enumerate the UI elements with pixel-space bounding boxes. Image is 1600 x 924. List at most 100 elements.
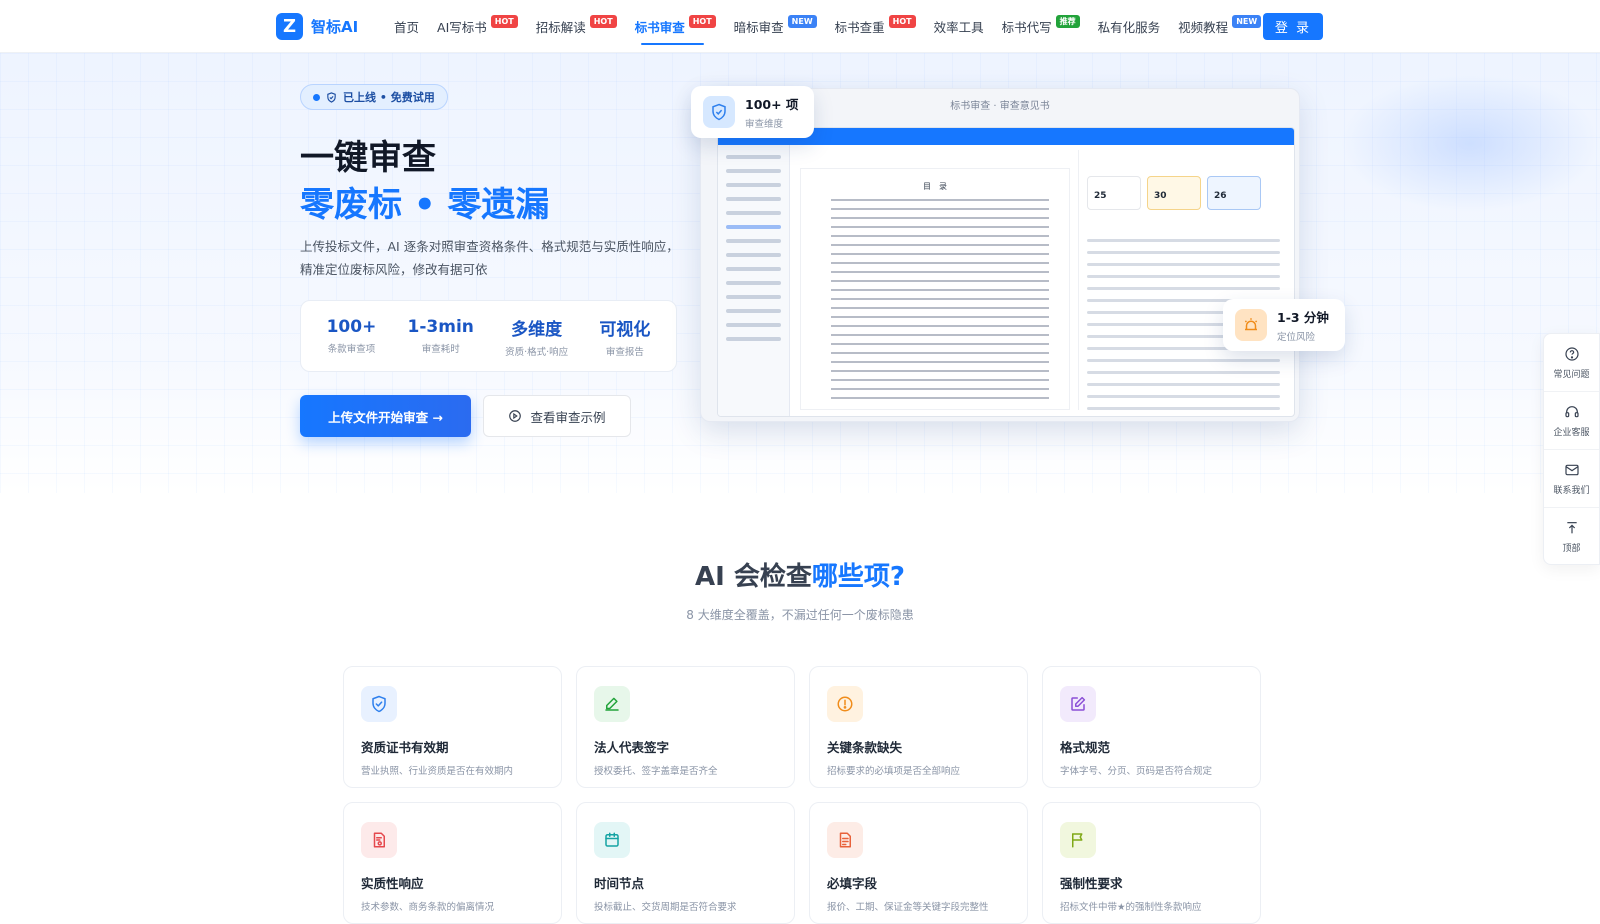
- check-card[interactable]: 法人代表签字 授权委托、签字盖章是否齐全: [576, 666, 795, 788]
- check-card-title: 强制性要求: [1060, 876, 1123, 891]
- headline-accent: 零废标 • 零遗漏: [300, 185, 550, 225]
- check-card-title: 必填字段: [827, 876, 878, 891]
- nav-badge: HOT: [688, 15, 716, 28]
- contact-button[interactable]: 联系我们: [1544, 450, 1599, 508]
- nav-badge: HOT: [490, 15, 518, 28]
- section-title-highlight: 哪些项?: [811, 562, 905, 592]
- check-card-desc: 营业执照、行业资质是否在有效期内: [361, 766, 514, 777]
- nav-item-label: 标书代写: [1001, 20, 1052, 35]
- back-to-top-label: 顶部: [1562, 544, 1581, 554]
- nav-item-8[interactable]: 私有化服务: [1098, 0, 1161, 53]
- shield-check-icon: [703, 96, 735, 128]
- nav-item-label: 暗标审查: [733, 20, 784, 35]
- calendar-icon: [594, 822, 630, 858]
- float-card-time: 1-3 分钟 定位风险: [1223, 299, 1345, 351]
- upload-start-button[interactable]: 上传文件开始审查 →: [300, 395, 471, 437]
- nav-item-6[interactable]: 效率工具: [934, 0, 984, 53]
- check-card[interactable]: 格式规范 字体字号、分页、页码是否符合规定: [1042, 666, 1261, 788]
- nav-item-1[interactable]: AI写标书 HOT: [437, 0, 518, 53]
- customer-service-label: 企业客服: [1553, 427, 1590, 438]
- view-example-label: 查看审查示例: [530, 409, 606, 425]
- nav-item-label: 标书查重: [834, 20, 885, 35]
- nav-item-9[interactable]: 视频教程 NEW: [1178, 0, 1262, 53]
- preview-sidebar: [718, 145, 790, 416]
- nav-item-label: 标书审查: [634, 20, 685, 35]
- stat-value: 1-3min: [407, 317, 474, 337]
- login-button[interactable]: 登 录: [1263, 13, 1323, 40]
- shield-check-icon: [361, 686, 397, 722]
- flag-icon: [1060, 822, 1096, 858]
- stat-item: 100+ 条款审查项: [327, 317, 377, 355]
- nav-item-label: 效率工具: [933, 20, 984, 35]
- hero-description: 上传投标文件，AI 逐条对照审查资格条件、格式规范与实质性响应，精准定位废标风险…: [300, 239, 679, 277]
- check-card[interactable]: 资质证书有效期营业执照、行业资质是否在有效期内: [343, 666, 562, 788]
- float-card-time-subtitle: 定位风险: [1277, 332, 1316, 343]
- nav-item-label: 视频教程: [1178, 20, 1229, 35]
- edit-icon: [1060, 686, 1096, 722]
- pen-icon: [594, 686, 630, 722]
- check-card[interactable]: 必填字段报价、工期、保证金等关键字段完整性: [809, 802, 1028, 924]
- check-card[interactable]: 强制性要求招标文件中带★的强制性条款响应: [1042, 802, 1261, 924]
- nav-item-4[interactable]: 暗标审查 NEW: [734, 0, 817, 53]
- nav-item-7[interactable]: 标书代写 推荐: [1002, 0, 1080, 53]
- main-menu: 首页 AI写标书 HOT 招标解读 HOT 标书审查 HOT 暗标审查 NEW 标书查重 HOT 效率…: [394, 0, 1279, 53]
- faq-button[interactable]: 常见问题: [1544, 334, 1599, 392]
- contact-label: 联系我们: [1553, 485, 1590, 496]
- nav-badge: NEW: [1232, 15, 1262, 28]
- check-card-title: 时间节点: [594, 876, 645, 891]
- preview-app-window: 目 录 25 30 26: [717, 127, 1295, 417]
- stat-label: 资质·格式·响应: [505, 346, 569, 358]
- float-card-dimensions-subtitle: 审查维度: [745, 119, 784, 130]
- nav-item-label: 首页: [394, 20, 420, 35]
- hero-glow: [1340, 73, 1600, 213]
- check-card[interactable]: 时间节点投标截止、交货周期是否符合要求: [576, 802, 795, 924]
- section-title: AI 会检查哪些项?: [0, 556, 1600, 593]
- check-card-title: 法人代表签字: [594, 740, 670, 755]
- view-example-button[interactable]: 查看审查示例: [483, 395, 631, 437]
- nav-item-2[interactable]: 招标解读 HOT: [536, 0, 617, 53]
- check-card-title: 资质证书有效期: [361, 740, 449, 755]
- check-card-desc: 投标截止、交货周期是否符合要求: [594, 902, 737, 913]
- check-card[interactable]: 实质性响应 技术参数、商务条款的偏离情况: [343, 802, 562, 924]
- headset-icon: [1564, 405, 1579, 417]
- status-dot: [313, 93, 320, 101]
- logo-mark: Z: [276, 13, 303, 40]
- float-card-dimensions: 100+ 项审查维度: [691, 86, 814, 138]
- logo[interactable]: Z 智标AI: [276, 13, 358, 40]
- customer-service-button[interactable]: 企业客服: [1544, 392, 1599, 450]
- stat-item: 多维度资质·格式·响应: [505, 315, 568, 358]
- check-card-title: 关键条款缺失: [827, 740, 903, 755]
- check-card-title: 实质性响应: [361, 876, 424, 891]
- stat-label: 条款审查项: [327, 344, 376, 355]
- nav-badge: HOT: [888, 15, 916, 28]
- alert-circle-icon: [827, 686, 863, 722]
- check-card-desc: 招标文件中带★的强制性条款响应: [1060, 902, 1202, 913]
- stat-label: 审查报告: [605, 346, 644, 358]
- question-icon: [1564, 346, 1579, 361]
- nav-badge: 推荐: [1055, 15, 1080, 28]
- preview-score-1: 25: [1087, 176, 1141, 210]
- preview-document: 目 录: [800, 168, 1070, 410]
- preview-score-2: 30: [1147, 176, 1201, 210]
- check-card[interactable]: 关键条款缺失 招标要求的必填项是否全部响应: [809, 666, 1028, 788]
- preview-doc-heading: 目 录: [923, 182, 947, 191]
- stat-item: 可视化 审查报告: [599, 315, 650, 358]
- nav-item-5[interactable]: 标书查重 HOT: [835, 0, 916, 53]
- nav-item-label: 私有化服务: [1097, 20, 1161, 35]
- mail-icon: [1564, 464, 1579, 475]
- status-pill: 已上线 • 免费试用: [300, 84, 448, 110]
- side-tool-bar: 常见问题 企业客服 联系我们 顶部: [1543, 333, 1600, 565]
- stats-panel: 100+ 条款审查项 1-3min 审查耗时 多维度 资质·格式·响应 可视化 审查报告: [300, 300, 677, 372]
- check-card-desc: 字体字号、分页、页码是否符合规定: [1060, 766, 1213, 777]
- stat-value: 可视化: [599, 319, 651, 340]
- logo-text: 智标AI: [311, 18, 359, 36]
- section-title-plain: AI 会检查: [695, 562, 812, 592]
- check-card-desc: 报价、工期、保证金等关键字段完整性: [827, 902, 989, 913]
- stat-item: 1-3min 审查耗时: [408, 317, 474, 355]
- stat-value: 100+: [326, 317, 377, 337]
- nav-item-3[interactable]: 标书审查 HOT: [635, 0, 716, 53]
- product-preview: 标书审查 · 审查意见书 目 录 25 30 26: [700, 88, 1300, 422]
- stat-value: 多维度: [511, 319, 563, 340]
- nav-item-0[interactable]: 首页: [394, 0, 419, 53]
- preview-score-3: 26: [1207, 176, 1261, 210]
